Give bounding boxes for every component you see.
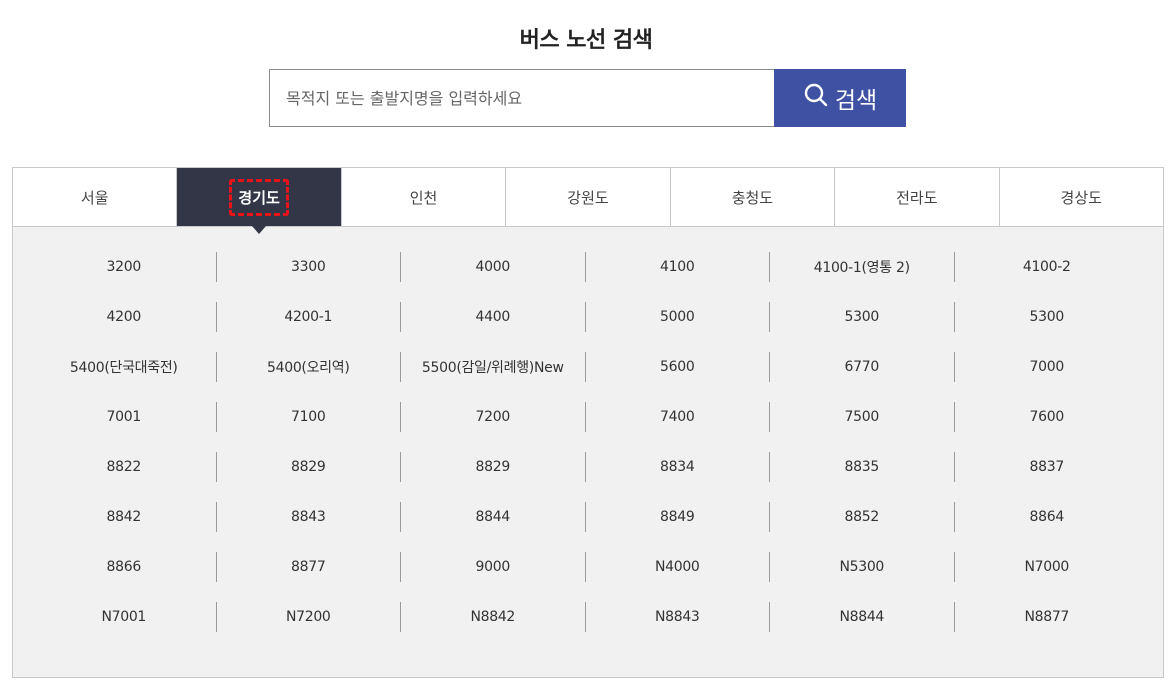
route-link[interactable]: N4000 xyxy=(586,552,770,582)
route-link[interactable]: 7001 xyxy=(32,402,217,432)
route-link[interactable]: 8835 xyxy=(770,452,955,482)
route-link[interactable]: 5400(단국대죽전) xyxy=(32,352,217,382)
search-icon xyxy=(803,82,829,114)
route-link[interactable]: 7000 xyxy=(955,352,1140,382)
route-link[interactable]: 7500 xyxy=(770,402,955,432)
route-link[interactable]: 8822 xyxy=(32,452,217,482)
route-link[interactable]: N8843 xyxy=(586,602,770,632)
tab-label: 충청도 xyxy=(731,188,774,207)
route-link[interactable]: 8864 xyxy=(955,502,1140,532)
route-link[interactable]: 7600 xyxy=(955,402,1140,432)
route-link[interactable]: 7200 xyxy=(401,402,586,432)
route-link[interactable]: 8866 xyxy=(32,552,217,582)
tab-region[interactable]: 인천 xyxy=(341,168,507,226)
tab-region[interactable]: 전라도 xyxy=(835,168,1000,226)
route-link[interactable]: 5600 xyxy=(586,352,770,382)
tab-label: 인천 xyxy=(409,188,438,207)
tab-label: 강원도 xyxy=(567,188,609,207)
tab-region[interactable]: 충청도 xyxy=(670,168,836,226)
tab-label: 서울 xyxy=(80,188,109,207)
route-link[interactable]: 5500(감일/위례행)New xyxy=(401,352,586,382)
route-link[interactable]: N8844 xyxy=(770,602,955,632)
page-title: 버스 노선 검색 xyxy=(519,28,653,53)
route-link[interactable]: 4000 xyxy=(401,252,586,282)
search-input[interactable] xyxy=(269,69,774,127)
tab-label: 경기도 xyxy=(229,178,289,216)
tab-label: 전라도 xyxy=(896,188,938,207)
route-link[interactable]: 8843 xyxy=(217,502,401,532)
route-link[interactable]: N5300 xyxy=(770,552,955,582)
route-link[interactable]: 5000 xyxy=(586,302,770,332)
route-link[interactable]: 4400 xyxy=(401,302,586,332)
route-link[interactable]: 8834 xyxy=(586,452,770,482)
route-link[interactable]: 8844 xyxy=(401,502,586,532)
route-list: 3200 3300 4000 4100 4100-1(영통 2) 4100-2 4200 42… xyxy=(32,252,1139,632)
route-link[interactable]: N7001 xyxy=(32,602,217,632)
route-link[interactable]: 4100-1(영통 2) xyxy=(770,252,955,282)
route-link[interactable]: 3200 xyxy=(32,252,217,282)
route-link[interactable]: 5300 xyxy=(955,302,1140,332)
tab-region[interactable]: 경상도 xyxy=(999,168,1163,226)
route-link[interactable]: 4200 xyxy=(32,302,217,332)
route-link[interactable]: N8842 xyxy=(401,602,586,632)
route-link[interactable]: 8849 xyxy=(586,502,770,532)
route-link[interactable]: 8837 xyxy=(955,452,1140,482)
route-link[interactable]: N7200 xyxy=(217,602,401,632)
tab-label: 경상도 xyxy=(1060,188,1102,207)
search-bar: 검색 xyxy=(269,69,906,127)
region-tabs: 서울 경기도 인천 강원도 충청도 전라도 경상도 xyxy=(13,168,1163,234)
route-link[interactable]: 4100 xyxy=(586,252,770,282)
tab-region[interactable]: 강원도 xyxy=(506,168,671,226)
route-panel: 서울 경기도 인천 강원도 충청도 전라도 경상도 3200 3300 4000 4100 4100… xyxy=(12,167,1164,678)
route-link[interactable]: 9000 xyxy=(401,552,586,582)
route-link[interactable]: 8842 xyxy=(32,502,217,532)
tab-region[interactable]: 경기도 xyxy=(177,168,342,234)
route-link[interactable]: 5300 xyxy=(770,302,955,332)
search-button-label: 검색 xyxy=(834,88,878,114)
search-button[interactable]: 검색 xyxy=(774,69,906,127)
route-link[interactable]: 6770 xyxy=(770,352,955,382)
route-link[interactable]: 7400 xyxy=(586,402,770,432)
route-link[interactable]: 8829 xyxy=(401,452,586,482)
tab-region[interactable]: 서울 xyxy=(13,168,178,226)
route-link[interactable]: 8852 xyxy=(770,502,955,532)
route-link[interactable]: 3300 xyxy=(217,252,401,282)
route-link[interactable]: 7100 xyxy=(217,402,401,432)
route-link[interactable]: 4200-1 xyxy=(217,302,401,332)
route-link[interactable]: 4100-2 xyxy=(955,252,1140,282)
route-link[interactable]: N7000 xyxy=(955,552,1140,582)
route-link[interactable]: 8829 xyxy=(217,452,401,482)
route-link[interactable]: N8877 xyxy=(955,602,1140,632)
route-link[interactable]: 8877 xyxy=(217,552,401,582)
route-link[interactable]: 5400(오리역) xyxy=(217,352,401,382)
